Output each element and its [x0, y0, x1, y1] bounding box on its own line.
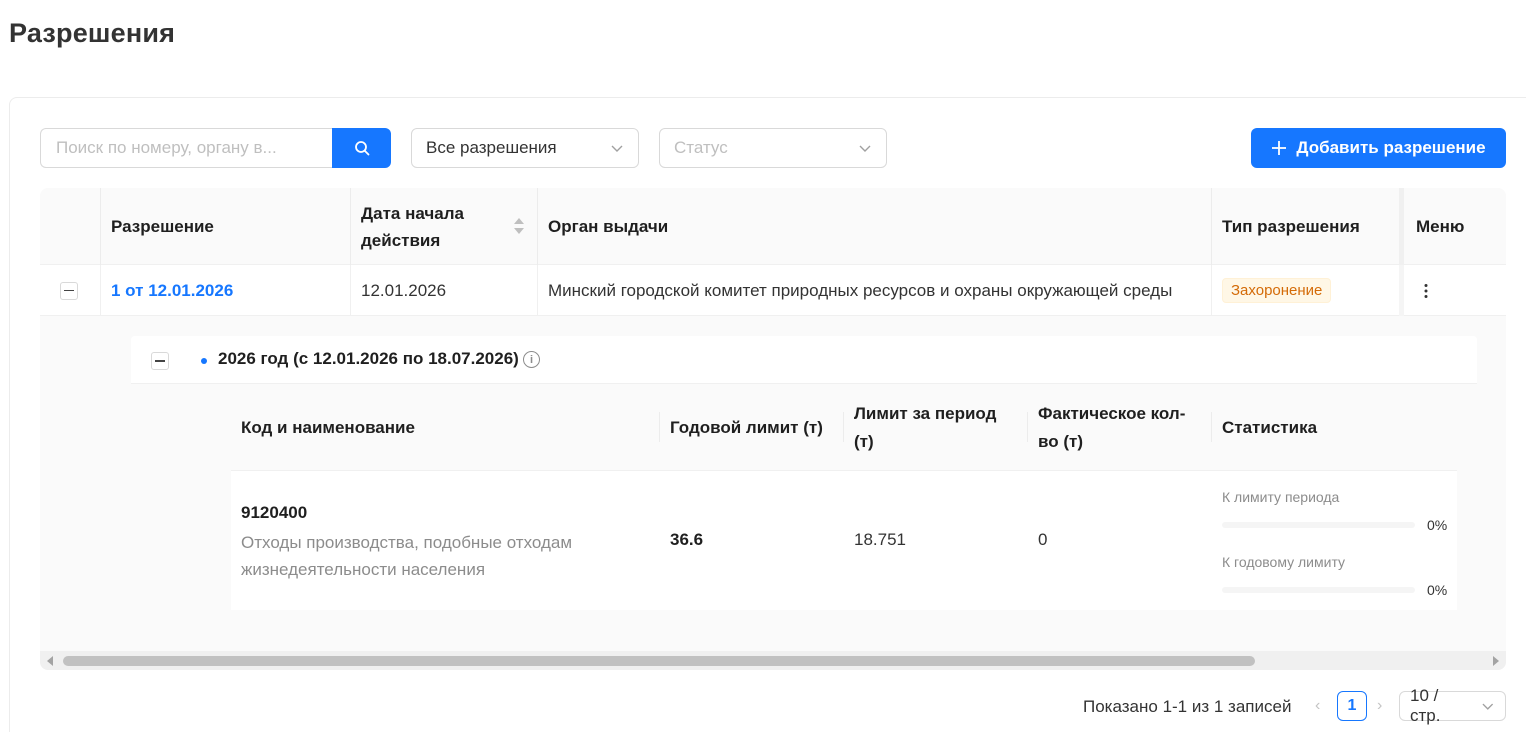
permit-link[interactable]: 1 от 12.01.2026 [111, 265, 233, 316]
table-row: 1 от 12.01.2026 12.01.2026 Минский город… [40, 265, 1506, 316]
limits-table-header: Код и наименование Годовой лимит (т) Лим… [231, 384, 1457, 471]
actual-value: 0 [1038, 530, 1048, 549]
sort-icon[interactable] [513, 217, 525, 235]
add-permit-label: Добавить разрешение [1296, 138, 1486, 157]
pagination-next-button[interactable]: › [1377, 697, 1382, 715]
expanded-row: 2026 год (с 12.01.2026 по 18.07.2026) i … [40, 316, 1506, 651]
limits-table-row: 9120400 Отходы производства, подобные от… [231, 471, 1457, 610]
column-divider [843, 412, 844, 442]
column-type: Тип разрешения [1222, 217, 1360, 236]
permit-type-select[interactable]: Все разрешения [411, 128, 639, 168]
search-input[interactable] [40, 128, 332, 168]
chevron-down-icon [611, 145, 623, 152]
collapse-row-button[interactable] [60, 281, 78, 300]
row-menu-button[interactable] [1424, 265, 1428, 316]
period-title: 2026 год (с 12.01.2026 по 18.07.2026) [218, 349, 519, 368]
scrollbar-thumb[interactable] [63, 656, 1255, 666]
column-actual: Фактическое кол-во (т) [1038, 403, 1186, 451]
permit-type-tag: Захоронение [1222, 278, 1332, 303]
column-divider [537, 188, 538, 265]
period-limit-stat-label: К лимиту периода [1222, 489, 1340, 505]
annual-limit-value: 36.6 [670, 530, 704, 549]
type-cell: Захоронение [1222, 265, 1332, 316]
collapse-period-button[interactable] [151, 352, 169, 370]
start-date-cell: 12.01.2026 [361, 280, 447, 300]
info-icon[interactable]: i [523, 351, 540, 368]
scroll-right-arrow[interactable] [1493, 656, 1499, 666]
plus-icon [1272, 141, 1287, 155]
pagination-total: Показано 1-1 из 1 записей [1083, 697, 1292, 716]
row-expand-cell [60, 265, 78, 316]
page-size-select[interactable]: 10 / стр. [1399, 686, 1506, 725]
waste-code: 9120400 [241, 503, 308, 522]
search-group [40, 128, 391, 168]
search-icon [354, 141, 369, 156]
column-menu: Меню [1416, 217, 1465, 236]
column-permit: Разрешение [111, 217, 214, 236]
horizontal-scrollbar[interactable] [40, 651, 1506, 670]
permit-type-value: Все разрешения [426, 138, 557, 157]
cell-divider [350, 265, 351, 316]
column-authority: Орган выдачи [548, 217, 669, 236]
chevron-down-icon [859, 145, 871, 152]
search-button[interactable] [332, 128, 391, 168]
period-limit-percent: 0% [1427, 517, 1448, 533]
scroll-left-arrow[interactable] [47, 656, 53, 666]
column-divider [1027, 412, 1028, 442]
authority-cell: Минский городской комитет природных ресу… [548, 280, 1173, 300]
column-start-date[interactable]: Дата начала действия [361, 188, 511, 265]
status-placeholder: Статус [674, 138, 728, 157]
annual-limit-progress [1222, 587, 1415, 593]
page-title: Разрешения [9, 18, 176, 48]
column-divider [1211, 188, 1212, 265]
period-limit-value: 18.751 [854, 530, 906, 549]
column-code-name: Код и наименование [241, 417, 415, 437]
fixed-column-shadow [1399, 265, 1404, 316]
period-dot [201, 358, 207, 364]
status-select[interactable]: Статус [659, 128, 887, 168]
chevron-down-icon [1482, 703, 1494, 710]
page-size-value: 10 / стр. [1410, 686, 1441, 725]
annual-limit-stat-label: К годовому лимиту [1222, 554, 1346, 570]
column-divider [350, 188, 351, 265]
annual-limit-percent: 0% [1427, 582, 1448, 598]
cell-divider [537, 265, 538, 316]
column-divider [100, 188, 101, 265]
waste-name: Отходы производства, подобные отходам жи… [241, 533, 573, 579]
add-permit-button[interactable]: Добавить разрешение [1251, 128, 1506, 168]
pagination-prev-button[interactable]: ‹ [1315, 697, 1320, 715]
pagination-page-1[interactable]: 1 [1337, 691, 1367, 721]
table-header: Разрешение Дата начала действия Орган вы… [40, 188, 1506, 265]
more-vertical-icon [1424, 283, 1428, 298]
period-limit-progress [1222, 522, 1415, 528]
column-annual-limit: Годовой лимит (т) [670, 417, 823, 437]
period-header: 2026 год (с 12.01.2026 по 18.07.2026) i [131, 336, 1477, 384]
column-divider [659, 412, 660, 442]
fixed-column-shadow [1399, 188, 1404, 265]
column-period-limit: Лимит за период (т) [854, 403, 997, 451]
permits-table: Разрешение Дата начала действия Орган вы… [40, 188, 1506, 670]
column-divider [1211, 412, 1212, 442]
cell-divider [100, 265, 101, 316]
cell-divider [1211, 265, 1212, 316]
column-statistics: Статистика [1222, 417, 1318, 437]
